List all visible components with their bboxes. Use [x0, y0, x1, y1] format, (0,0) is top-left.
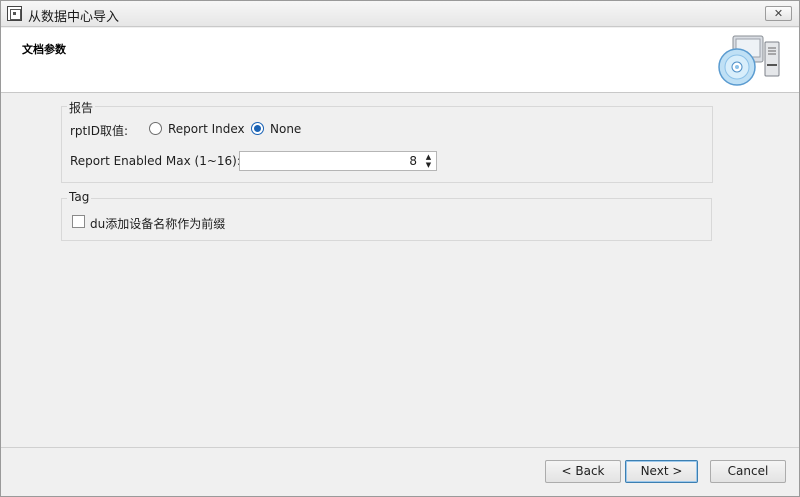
spin-down-icon[interactable]: ▼ — [424, 161, 433, 169]
radio-none-label[interactable]: None — [270, 122, 301, 136]
next-button[interactable]: Next > — [625, 460, 698, 483]
radio-report-index-label[interactable]: Report Index — [168, 122, 245, 136]
window-title: 从数据中心导入 — [28, 10, 120, 25]
page-title: 文档参数 — [22, 43, 66, 56]
back-button[interactable]: < Back — [545, 460, 621, 483]
wizard-header: 文档参数 — [1, 28, 799, 93]
cancel-button[interactable]: Cancel — [710, 460, 786, 483]
report-groupbox — [61, 106, 713, 183]
spin-up-icon[interactable]: ▲ — [424, 153, 433, 161]
radio-report-index[interactable] — [149, 122, 162, 135]
radio-none[interactable] — [251, 122, 264, 135]
import-wizard-window: 从数据中心导入 ✕ 文档参数 报告 rptID取值: Report Index … — [0, 0, 800, 497]
tag-group-title: Tag — [67, 190, 92, 204]
title-bar[interactable]: 从数据中心导入 ✕ — [1, 1, 799, 27]
close-button[interactable]: ✕ — [765, 6, 792, 21]
footer-divider — [1, 447, 799, 448]
prefix-device-name-label[interactable]: du添加设备名称作为前缀 — [90, 215, 225, 232]
report-max-value[interactable]: 8 — [409, 154, 417, 168]
report-max-stepper[interactable]: 8 ▲ ▼ — [239, 151, 437, 171]
app-icon — [7, 6, 22, 21]
setup-disk-computer-icon — [718, 35, 780, 86]
prefix-device-name-checkbox[interactable] — [72, 215, 85, 228]
report-group-title: 报告 — [67, 99, 96, 116]
report-max-label: Report Enabled Max (1~16): — [70, 154, 241, 168]
rptid-label: rptID取值: — [70, 124, 129, 138]
